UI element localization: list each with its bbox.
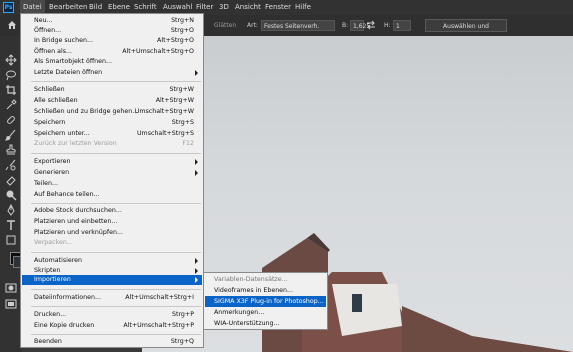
- menu-item-import[interactable]: Importieren: [22, 275, 202, 285]
- submenu-arrow-icon: [195, 70, 198, 76]
- menu-separator: [31, 153, 201, 154]
- menu-item-browse-in-bridge[interactable]: In Bridge suchen... Alt+Strg+O: [22, 36, 202, 46]
- menu-item-package: Verpacken...: [34, 239, 73, 246]
- history-brush-icon[interactable]: [5, 159, 17, 171]
- menu-item-automate[interactable]: Automatisieren: [22, 256, 202, 266]
- menu-item-save-as[interactable]: Speichern unter... Umschalt+Strg+S: [22, 129, 202, 139]
- menu-separator: [31, 306, 201, 307]
- stamp-tool-icon[interactable]: [5, 144, 17, 156]
- width-field[interactable]: 1,625: [350, 20, 370, 31]
- swap-icon[interactable]: [366, 20, 376, 30]
- pen-tool-icon[interactable]: [5, 204, 17, 216]
- menu-item-open-as[interactable]: Öffnen als... Alt+Umschalt+Strg+O: [22, 47, 202, 57]
- menu-item-open[interactable]: Öffnen... Strg+O: [22, 26, 202, 36]
- menu-item-save[interactable]: Speichern Strg+S: [22, 118, 202, 128]
- menu-separator: [31, 81, 201, 82]
- glatten-label: Glätten: [214, 22, 237, 29]
- submenu-arrow-icon: [195, 277, 198, 283]
- dodge-tool-icon[interactable]: [5, 189, 17, 201]
- home-icon[interactable]: [7, 20, 17, 30]
- menu-item-close[interactable]: Schließen Strg+W: [22, 85, 202, 95]
- menu-item-close-and-go-to-bridge[interactable]: Schließen und zu Bridge gehen... Umschalt…: [22, 107, 202, 117]
- menu-item-recent-files[interactable]: Letzte Dateien öffnen: [22, 68, 202, 78]
- menu-item-search-adobe-stock[interactable]: Adobe Stock durchsuchen...: [22, 206, 202, 216]
- healing-brush-icon[interactable]: [5, 114, 17, 126]
- menu-item-file-info[interactable]: Dateiinformationen... Alt+Umschalt+Strg+I: [22, 293, 202, 303]
- menu-separator: [31, 203, 201, 204]
- menu-item-share-on-behance[interactable]: Auf Behance teilen...: [22, 190, 202, 200]
- screen-mode-icon[interactable]: [5, 298, 17, 310]
- width-label: B:: [342, 22, 349, 29]
- menu-item-place-embedded[interactable]: Platzieren und einbetten...: [22, 217, 202, 227]
- menu-ansicht[interactable]: Ansicht: [232, 0, 264, 15]
- lasso-tool-icon[interactable]: [5, 69, 17, 81]
- menu-item-close-all[interactable]: Alle schließen Alt+Strg+W: [22, 96, 202, 106]
- submenu-arrow-icon: [195, 258, 198, 264]
- menu-item-open-as-smart-object[interactable]: Als Smartobjekt öffnen...: [22, 57, 202, 67]
- menu-item-exit[interactable]: Beenden Strg+Q: [22, 337, 202, 347]
- file-menu: Neu... Strg+N Öffnen... Strg+O In Bridge s…: [20, 13, 204, 348]
- brush-tool-icon[interactable]: [5, 129, 17, 141]
- art-select[interactable]: Festes Seitenverh.: [261, 20, 335, 31]
- eraser-tool-icon[interactable]: [5, 174, 17, 186]
- submenu-arrow-icon: [195, 268, 198, 274]
- menu-fenster[interactable]: Fenster: [262, 0, 294, 15]
- menu-item-print[interactable]: Drucken... Strg+P: [22, 310, 202, 320]
- submenu-item-wia-support[interactable]: WIA-Unterstützung...: [205, 318, 326, 329]
- height-field[interactable]: 1: [393, 20, 411, 31]
- submenu-item-notes[interactable]: Anmerkungen...: [205, 307, 326, 318]
- select-and-mask-button[interactable]: Auswählen und maskieren...: [425, 19, 507, 43]
- art-label: Art:: [247, 22, 258, 29]
- menu-item-revert: Zurück zur letzten Version F12: [34, 140, 194, 147]
- submenu-item-variable-data-sets[interactable]: Variablen-Datensätze...: [205, 274, 326, 285]
- quick-mask-icon[interactable]: [5, 282, 17, 294]
- import-submenu: Variablen-Datensätze... Videoframes in E…: [203, 272, 328, 330]
- type-tool-icon[interactable]: [5, 219, 17, 231]
- photoshop-logo: Ps: [3, 2, 14, 13]
- eyedropper-tool-icon[interactable]: [5, 99, 17, 111]
- menu-item-new[interactable]: Neu... Strg+N: [22, 16, 202, 26]
- menu-item-export[interactable]: Exportieren: [22, 157, 202, 167]
- menu-separator: [31, 252, 201, 253]
- height-label: H:: [384, 22, 391, 29]
- submenu-arrow-icon: [195, 159, 198, 165]
- menu-3d[interactable]: 3D: [216, 0, 232, 15]
- submenu-arrow-icon: [195, 170, 198, 176]
- submenu-item-sigma-x3f-plugin[interactable]: SIGMA X3F Plug-in for Photoshop...: [205, 296, 326, 307]
- move-tool-icon[interactable]: [5, 54, 17, 66]
- menu-separator: [31, 289, 201, 290]
- menu-separator: [31, 334, 201, 335]
- menu-item-generate[interactable]: Generieren: [22, 168, 202, 178]
- rectangle-tool-icon[interactable]: [5, 234, 17, 246]
- menu-item-share[interactable]: Teilen...: [22, 179, 202, 189]
- menu-item-print-one-copy[interactable]: Eine Kopie drucken Alt+Umschalt+Strg+P: [22, 321, 202, 331]
- crop-tool-icon[interactable]: [5, 84, 17, 96]
- submenu-item-video-frames-to-layers[interactable]: Videoframes in Ebenen...: [205, 285, 326, 296]
- menu-item-place-linked[interactable]: Platzieren und verknüpfen...: [22, 228, 202, 238]
- menu-hilfe[interactable]: Hilfe: [292, 0, 314, 15]
